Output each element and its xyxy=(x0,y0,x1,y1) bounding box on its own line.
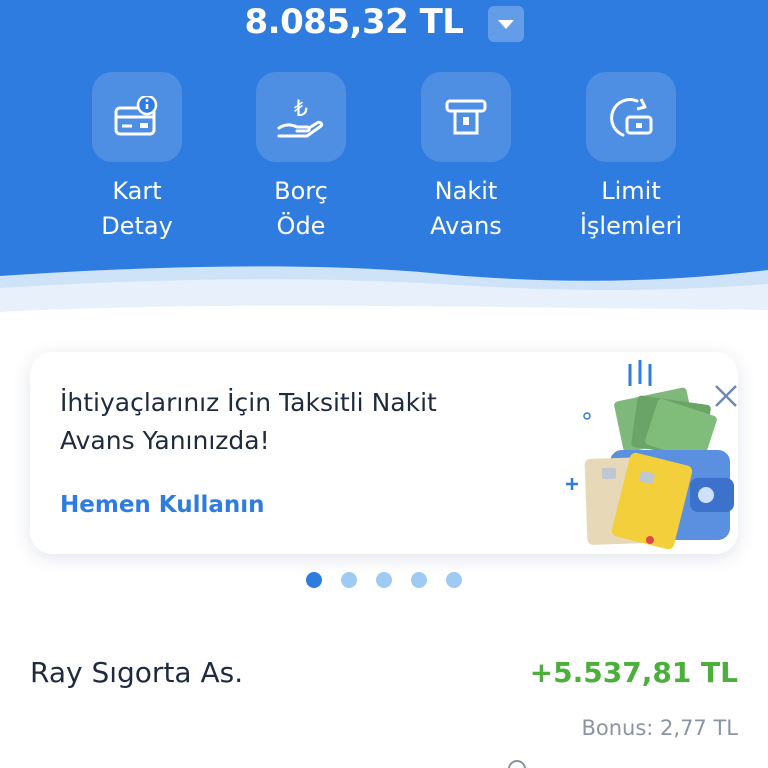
partial-icon xyxy=(508,760,526,768)
chevron-down-icon xyxy=(498,19,514,29)
action-label: Nakit Avans xyxy=(430,177,502,240)
transaction-bonus: Bonus: 2,77 TL xyxy=(581,716,738,740)
atm-cash-icon xyxy=(421,72,511,162)
action-label: Limit İşlemleri xyxy=(579,177,683,240)
balance-dropdown-button[interactable] xyxy=(488,6,524,42)
promo-link[interactable]: Hemen Kullanın xyxy=(60,492,265,518)
balance-row: 8.085,32 TL xyxy=(0,0,768,46)
balance-amount: 8.085,32 TL xyxy=(244,2,464,42)
action-pay-debt[interactable]: ₺ Borç Öde xyxy=(226,72,376,244)
carousel-dot[interactable] xyxy=(306,572,322,588)
carousel-dot[interactable] xyxy=(376,572,392,588)
transaction-merchant[interactable]: Ray Sıgorta As. xyxy=(30,656,243,689)
promo-title: İhtiyaçlarınız İçin Taksitli Nakit Avans… xyxy=(60,388,437,455)
transaction-amount: +5.537,81 TL xyxy=(529,656,738,689)
action-card-detail[interactable]: Kart Detay xyxy=(62,72,212,244)
svg-text:₺: ₺ xyxy=(294,97,308,122)
wallet-cards-cash-illustration xyxy=(566,360,737,550)
action-limit-operations[interactable]: Limit İşlemleri xyxy=(556,72,706,244)
carousel-indicator xyxy=(0,572,768,590)
header-wave xyxy=(0,266,768,326)
carousel-dot[interactable] xyxy=(411,572,427,588)
action-cash-advance[interactable]: Nakit Avans xyxy=(391,72,541,244)
card-info-icon xyxy=(92,72,182,162)
promo-card[interactable]: İhtiyaçlarınız İçin Taksitli Nakit Avans… xyxy=(30,352,738,554)
lira-hand-icon: ₺ xyxy=(256,72,346,162)
action-label: Kart Detay xyxy=(101,177,173,240)
carousel-dot[interactable] xyxy=(446,572,462,588)
header-panel: 8.085,32 TL Kart Detay ₺ Borç Öde Nakit … xyxy=(0,0,768,326)
limit-refresh-icon xyxy=(586,72,676,162)
action-label: Borç Öde xyxy=(274,177,328,240)
carousel-dot[interactable] xyxy=(341,572,357,588)
